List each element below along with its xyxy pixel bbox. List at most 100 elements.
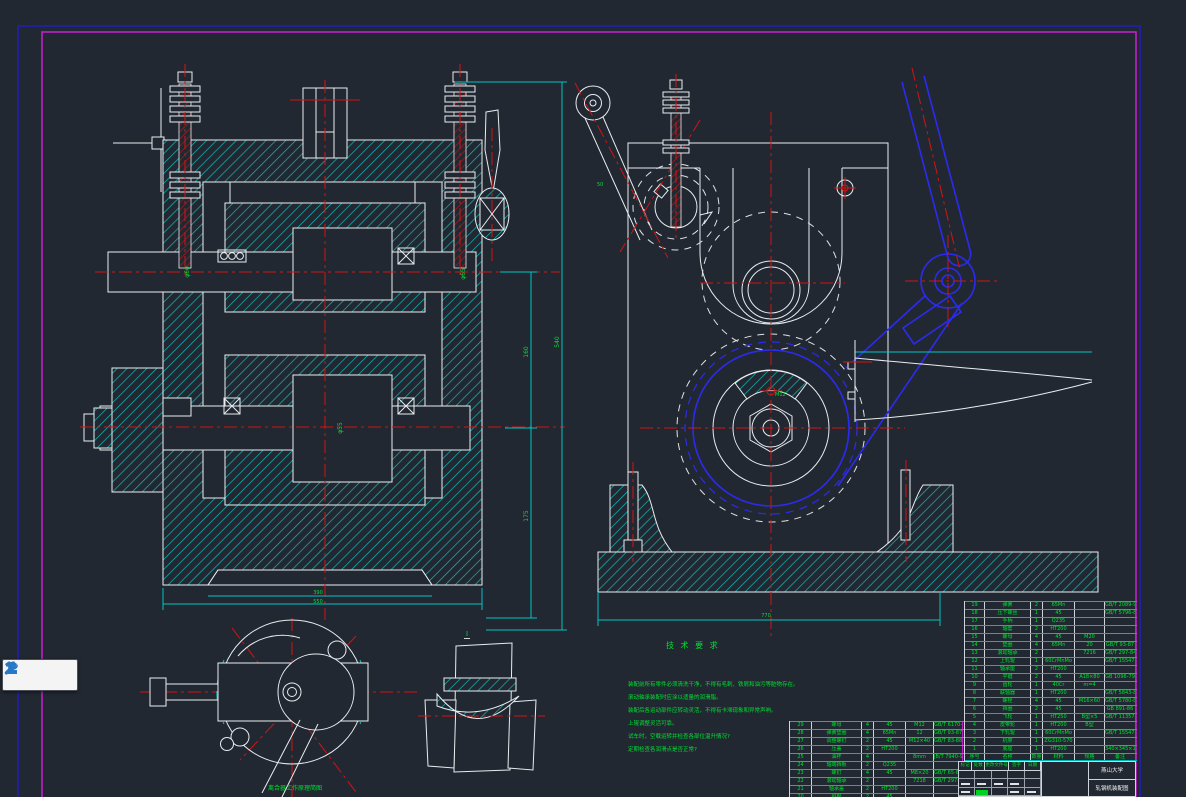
sign-grid-cell [1008,771,1024,778]
bom-cell: 螺钉 [812,770,862,777]
bom-cell: 油杯 [812,754,862,761]
bom-cell: 25 [790,754,812,761]
signature-area: 标记处数更改文件号签字日期 [959,762,1041,796]
bom-cell: 65Mn [874,730,906,737]
bom-cell: 2 [862,786,874,793]
bom-cell [1075,618,1105,625]
dim-base-width: 550 [313,599,323,605]
bom-cell: 4 [1031,642,1043,649]
bom-cell: GB/T 15547-95 [1105,730,1136,737]
bom-cell: ZG310-570 [1043,738,1075,745]
bom-row: 10平键245A18×80GB 1096-79 [965,673,1137,681]
bom-cell: 数量 [1031,754,1043,760]
bom-row: 17手柄1Q235 [965,617,1137,625]
bom-cell: 轴套 [985,626,1031,633]
notes-title: 技 术 要 求 [666,640,843,651]
bom-cell: 1 [1031,690,1043,697]
bom-cell: 45 [1043,698,1075,705]
bom-cell: 45 [874,722,906,729]
bom-cell: 4 [1031,698,1043,705]
bom-cell: m=4 [1075,682,1105,689]
bom-cell: Q235 [1043,618,1075,625]
bom-cell: 20 [1075,642,1105,649]
tshirt-icon[interactable] [31,666,49,684]
bom-cell: 4 [965,722,985,729]
clutch-detail-view [140,618,420,797]
bom-row: 2机架1ZG310-570 [965,737,1137,745]
bom-row: 16轴套2HT200 [965,625,1137,633]
sign-grid-cell [992,779,1008,786]
mechanism-caption: 离合器工作原理简图 [210,783,380,792]
bom-cell: 1 [1031,722,1043,729]
bom-cell: 27 [790,738,812,745]
bom-cell: M12×40 [906,738,934,745]
sign-grid-cell [975,771,991,778]
bom-cell: 12 [906,730,934,737]
bom-cell: 11 [965,666,985,673]
bom-cell: 螺母 [812,722,862,729]
bom-cell: GB/T 11357-89 [1105,714,1136,721]
sign-grid-cell [1025,788,1041,795]
bom-row: 13滚动轴承27216GB/T 297-84 [965,649,1137,657]
bom-cell: GB/T 15547-95 [1105,658,1136,665]
bom-cell [1075,730,1105,737]
bom-cell: GB 1096-79 [1105,674,1136,681]
bom-cell: HT200 [874,786,906,793]
bom-cell: 45 [874,738,906,745]
bom-cell: GB/T 93-87 [934,730,963,737]
bom-cell: 8mm [906,754,934,761]
bom-cell [1075,666,1105,673]
bom-cell: 65Mn [1043,642,1075,649]
bom-cell [1105,666,1136,673]
floating-toolbar [2,659,78,691]
sign-grid-cell [1025,779,1041,786]
bom-row: 7螺栓445M16×60GB/T 5780-86 [965,697,1137,705]
bom-cell: 手柄 [985,618,1031,625]
bom-cell [1105,738,1136,745]
bom-cell: 17 [965,618,985,625]
bom-cell: GB/T 6170-86 [934,722,963,729]
bom-cell: 轴承座 [985,666,1031,673]
bom-cell: 4 [862,754,874,761]
bom-cell: 序号 [965,754,985,760]
sign-grid-cell [959,788,975,795]
bom-row: 24轴端挡板2Q235 [790,761,964,769]
sign-grid-cell [959,779,975,786]
note-line: 滚动轴承装配时应涂以适量的润滑脂。 [628,692,843,705]
bom-cell: 2 [1031,602,1043,609]
bom-cell: 5 [965,714,985,721]
dim-lower-roll: φ65 [460,268,467,280]
dim-lower-barrel: φ55 [337,422,344,434]
bom-table-left: 29螺母445M12GB/T 6170-8628弹簧垫圈465Mn12GB/T … [789,721,964,797]
bom-cell: GB/T 93-87 [1105,642,1136,649]
sign-grid-cell [1008,788,1024,795]
sign-header: 标记 [959,762,972,770]
bom-cell: 1 [1031,618,1043,625]
bom-cell: 6 [965,706,985,713]
sign-grid-cell [992,788,1008,795]
signature-headers: 标记处数更改文件号签字日期 [959,762,1041,771]
bom-cell: 压盖 [812,746,862,753]
bom-cell: GB/T 2089-94 [1105,602,1136,609]
bom-cell: Q235 [874,762,906,769]
bom-cell: 压下螺丝 [985,610,1031,617]
bom-cell: GB/T 5843-86 [1105,690,1136,697]
bom-cell: 60CrMnMo [1043,658,1075,665]
bom-cell: 7218 [906,778,934,785]
bom-cell: 2 [1031,650,1043,657]
wrench-icon[interactable] [56,666,74,684]
bom-cell: 规格 [1075,754,1105,760]
bom-cell: 3 [965,730,985,737]
bom-row: 22滚动轴承27218GB/T 297-84 [790,777,964,785]
bom-row: 18压下螺丝145GB/T 5796-86 [965,609,1137,617]
bom-cell: B型×5 [1075,714,1105,721]
bom-row: 5飞轮1HT250B型×5GB/T 11357-89 [965,713,1137,721]
sign-grid-cell [1025,771,1041,778]
dim-upper-roll: φ60 [184,266,191,278]
bom-cell: 21 [790,786,812,793]
bom-cell: 2 [862,762,874,769]
bom-row: 25油杯48mmJB/T 7940-95 [790,753,964,761]
bom-cell: 1 [1031,658,1043,665]
bom-cell: 联轴器 [985,690,1031,697]
bom-cell: 挡圈 [985,706,1031,713]
